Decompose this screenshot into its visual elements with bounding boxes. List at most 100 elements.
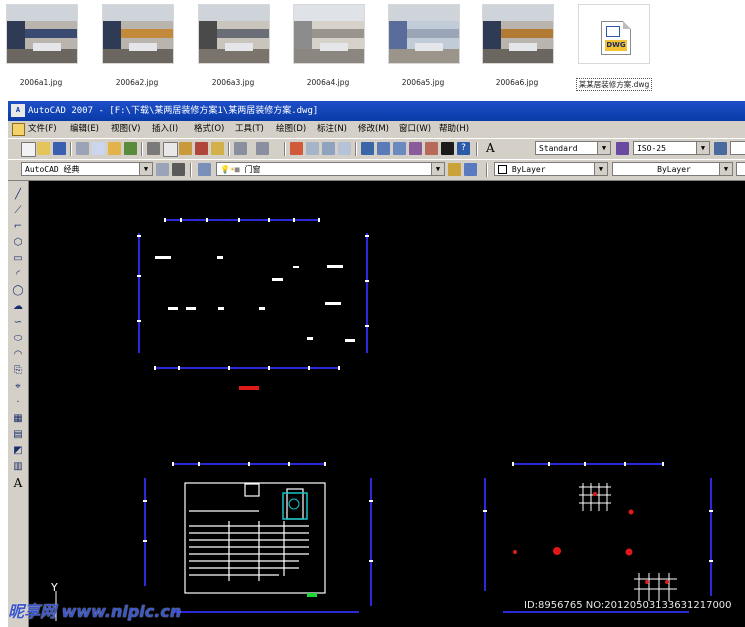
save-icon[interactable] — [53, 142, 66, 155]
publish-icon[interactable] — [108, 142, 121, 155]
layer-select[interactable]: 💡☀■ 门窗 ▼ — [216, 162, 445, 176]
menu-draw[interactable]: 绘图(D) — [276, 121, 306, 137]
menu-dimension[interactable]: 标注(N) — [317, 121, 347, 137]
dwg-file-icon: DWG — [601, 21, 631, 55]
arc-icon[interactable]: ◜ — [12, 269, 24, 281]
drawing-area[interactable]: Y — [29, 181, 745, 627]
thumbnail-image — [293, 4, 365, 64]
menu-edit[interactable]: 编辑(E) — [70, 121, 99, 137]
menu-file[interactable]: 文件(F) — [28, 121, 57, 137]
polyline-icon[interactable]: ⌐ — [12, 221, 24, 233]
highlight-mark — [239, 386, 259, 390]
save-workspace-icon[interactable] — [172, 163, 185, 176]
print-icon[interactable] — [76, 142, 89, 155]
thumbnail-dwg-file[interactable]: DWG 某某居装修方案.dwg — [576, 2, 652, 94]
menu-format[interactable]: 格式(O) — [194, 121, 224, 137]
linetype-control-select[interactable]: ByLayer ▼ — [612, 162, 733, 176]
hatch-icon[interactable]: ▦ — [12, 413, 24, 425]
thumbnail-image — [482, 4, 554, 64]
thumbnail-image — [102, 4, 174, 64]
design-center-icon[interactable] — [377, 142, 390, 155]
multiline-text-icon[interactable]: A — [12, 477, 24, 489]
layer-previous-icon[interactable] — [464, 163, 477, 176]
polygon-icon[interactable]: ⬡ — [12, 237, 24, 249]
redo-icon[interactable] — [256, 142, 269, 155]
thumbnail-caption: 2006a2.jpg — [115, 78, 159, 87]
rectangle-icon[interactable]: ▭ — [12, 253, 24, 265]
dimension-style-select[interactable]: ISO-25 ▼ — [633, 141, 710, 155]
help-icon[interactable]: ? — [457, 142, 470, 155]
revision-cloud-icon[interactable]: ☁ — [12, 301, 24, 313]
thumbnail-caption: 2006a3.jpg — [211, 78, 255, 87]
watermark-site: 昵享网 www.nipic.cn — [8, 602, 182, 621]
zoom-realtime-icon[interactable] — [306, 142, 319, 155]
tool-palettes-icon[interactable] — [393, 142, 406, 155]
table-style-select[interactable] — [730, 141, 745, 155]
table-icon[interactable]: ▥ — [12, 461, 24, 473]
title-bar[interactable]: A AutoCAD 2007 - [F:\下载\某两居装修方案1\某两居装修方案… — [8, 101, 745, 121]
standard-toolbar: ? A Standard ▼ ISO-25 ▼ — [8, 138, 745, 160]
zoom-previous-icon[interactable] — [338, 142, 351, 155]
thumbnail-image: DWG — [578, 4, 650, 64]
lineweight-control-select[interactable] — [736, 162, 745, 176]
thumbnail-1[interactable]: 2006a1.jpg — [4, 2, 78, 94]
text-style-icon[interactable]: A — [486, 142, 499, 155]
menu-help[interactable]: 帮助(H) — [439, 121, 469, 137]
text-style-select[interactable]: Standard ▼ — [535, 141, 611, 155]
menu-view[interactable]: 视图(V) — [111, 121, 140, 137]
table-style-icon[interactable] — [714, 142, 727, 155]
spline-icon[interactable]: ∽ — [12, 317, 24, 329]
construction-line-icon[interactable]: ⟋ — [12, 205, 24, 217]
dimension-style-icon[interactable] — [616, 142, 629, 155]
document-icon[interactable] — [12, 123, 25, 136]
sheet-set-icon[interactable] — [409, 142, 422, 155]
drawing-svg: Y — [50, 218, 713, 621]
color-control-select[interactable]: ByLayer ▼ — [494, 162, 608, 176]
thumbnail-2[interactable]: 2006a2.jpg — [100, 2, 174, 94]
make-object-layer-current-icon[interactable] — [448, 163, 461, 176]
make-block-icon[interactable]: ⌖ — [12, 381, 24, 393]
cut-icon[interactable] — [147, 142, 160, 155]
insert-block-icon[interactable]: ⎘ — [12, 365, 24, 377]
open-icon[interactable] — [37, 142, 50, 155]
block-editor-icon[interactable] — [211, 142, 224, 155]
paste-icon[interactable] — [179, 142, 192, 155]
thumbnail-6[interactable]: 2006a6.jpg — [480, 2, 554, 94]
autocad-window: A AutoCAD 2007 - [F:\下载\某两居装修方案1\某两居装修方案… — [8, 101, 745, 627]
match-properties-icon[interactable] — [195, 142, 208, 155]
thumbnail-5[interactable]: 2006a5.jpg — [386, 2, 460, 94]
draw-toolbar: ╱ ⟋ ⌐ ⬡ ▭ ◜ ◯ ☁ ∽ ⬭ ◠ ⎘ ⌖ · ▦ ▤ ◩ ▥ A — [8, 181, 29, 627]
autocad-app-icon[interactable]: A — [11, 104, 25, 117]
line-icon[interactable]: ╱ — [12, 189, 24, 201]
thumbnail-4[interactable]: 2006a4.jpg — [291, 2, 365, 94]
region-icon[interactable]: ◩ — [12, 445, 24, 457]
menu-insert[interactable]: 插入(I) — [152, 121, 178, 137]
zoom-window-icon[interactable] — [322, 142, 335, 155]
markup-icon[interactable] — [425, 142, 438, 155]
menu-modify[interactable]: 修改(M) — [358, 121, 389, 137]
new-icon[interactable] — [21, 142, 36, 157]
gradient-icon[interactable]: ▤ — [12, 429, 24, 441]
ellipse-arc-icon[interactable]: ◠ — [12, 349, 24, 361]
thumbnail-caption: 2006a1.jpg — [19, 78, 63, 87]
pan-icon[interactable] — [290, 142, 303, 155]
properties-icon[interactable] — [361, 142, 374, 155]
thumbnail-caption: 2006a4.jpg — [306, 78, 350, 87]
workspace-select[interactable]: AutoCAD 经典 ▼ — [21, 162, 153, 176]
layers-toolbar: AutoCAD 经典 ▼ 💡☀■ 门窗 ▼ ByLayer ▼ ByLayer ▼ — [8, 159, 745, 181]
window-title: AutoCAD 2007 - [F:\下载\某两居装修方案1\某两居装修方案.d… — [28, 106, 319, 116]
undo-icon[interactable] — [234, 142, 247, 155]
3d-dwf-icon[interactable] — [124, 142, 137, 155]
workspace-settings-icon[interactable] — [156, 163, 169, 176]
plot-preview-icon[interactable] — [92, 142, 105, 155]
quickcalc-icon[interactable] — [441, 142, 454, 155]
menu-window[interactable]: 窗口(W) — [399, 121, 431, 137]
thumbnail-caption: 2006a5.jpg — [401, 78, 445, 87]
thumbnail-3[interactable]: 2006a3.jpg — [196, 2, 270, 94]
ellipse-icon[interactable]: ⬭ — [12, 333, 24, 345]
point-icon[interactable]: · — [12, 397, 24, 409]
circle-icon[interactable]: ◯ — [12, 285, 24, 297]
layer-manager-icon[interactable] — [198, 163, 211, 176]
copy-icon[interactable] — [163, 142, 178, 157]
menu-tools[interactable]: 工具(T) — [235, 121, 264, 137]
